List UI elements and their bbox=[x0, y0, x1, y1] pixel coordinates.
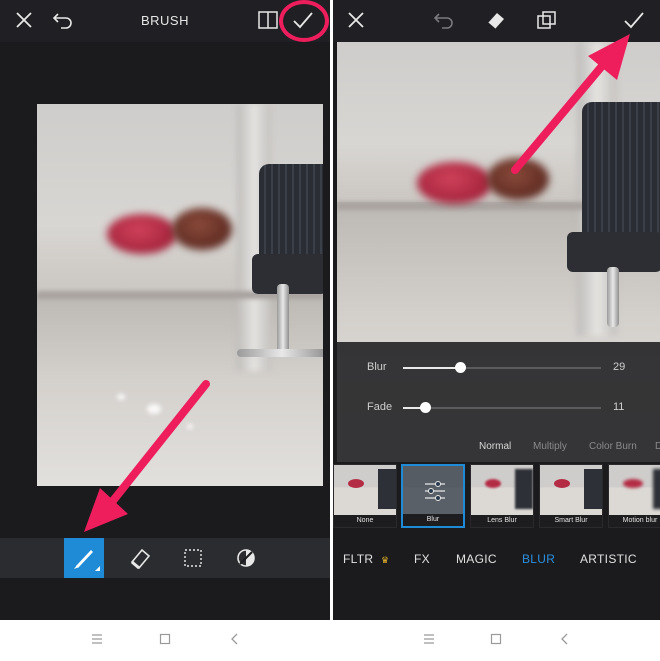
category-fx[interactable]: FX bbox=[414, 552, 430, 566]
right-system-nav-bar bbox=[333, 620, 660, 661]
effect-thumb-blur[interactable]: Blur bbox=[401, 464, 465, 528]
home-icon[interactable] bbox=[490, 632, 502, 651]
fade-label: Fade bbox=[367, 401, 393, 413]
blur-slider-row: Blur 29 bbox=[337, 358, 660, 378]
fade-value: 11 bbox=[613, 401, 625, 413]
undo-icon[interactable] bbox=[433, 10, 455, 30]
blur-slider-fill bbox=[403, 367, 461, 369]
menu-icon[interactable] bbox=[91, 632, 103, 651]
blend-mode-partial[interactable]: D bbox=[655, 441, 660, 452]
effect-label-smart-blur: Smart Blur bbox=[540, 515, 602, 527]
effect-categories: FLTR ♛ FX MAGIC BLUR ARTISTIC bbox=[333, 540, 660, 580]
brush-icon[interactable] bbox=[64, 538, 104, 578]
blur-label: Blur bbox=[367, 361, 387, 373]
blend-mode-normal[interactable]: Normal bbox=[479, 441, 511, 452]
blend-mode-multiply[interactable]: Multiply bbox=[533, 441, 567, 452]
back-icon[interactable] bbox=[559, 632, 571, 651]
left-system-nav-bar bbox=[0, 620, 330, 661]
blur-slider[interactable] bbox=[403, 362, 601, 373]
brush-toolbar bbox=[0, 538, 330, 578]
effect-thumb-smart-blur[interactable]: Smart Blur bbox=[539, 464, 603, 528]
fade-slider-row: Fade 11 bbox=[337, 398, 660, 418]
effect-thumb-motion-blur[interactable]: Motion blur bbox=[608, 464, 660, 528]
eraser-icon[interactable] bbox=[485, 10, 507, 30]
category-fltr[interactable]: FLTR bbox=[343, 552, 373, 566]
blend-mode-color-burn[interactable]: Color Burn bbox=[589, 441, 637, 452]
settings-sliders-icon bbox=[425, 481, 445, 501]
effect-thumbnails: None Blur Lens Blur Smart Blur Motion bl… bbox=[333, 462, 660, 530]
close-icon[interactable] bbox=[347, 11, 365, 29]
effect-thumb-none[interactable]: None bbox=[333, 464, 397, 528]
effect-label-motion-blur: Motion blur bbox=[609, 515, 660, 527]
home-icon[interactable] bbox=[159, 632, 171, 651]
effect-thumb-lens-blur[interactable]: Lens Blur bbox=[470, 464, 534, 528]
layers-icon[interactable] bbox=[535, 10, 557, 30]
fade-slider[interactable] bbox=[403, 402, 601, 413]
blur-value: 29 bbox=[613, 361, 626, 373]
screenshot-page: BRUSH Blur 29 Fade 11 Normal Multiply Co… bbox=[0, 0, 660, 661]
back-icon[interactable] bbox=[229, 632, 241, 651]
selection-icon[interactable] bbox=[173, 538, 213, 578]
effect-top-bar bbox=[333, 0, 660, 42]
category-magic[interactable]: MAGIC bbox=[456, 552, 497, 566]
blur-slider-handle[interactable] bbox=[455, 362, 467, 373]
blur-settings-panel: Blur 29 Fade 11 Normal Multiply Color Bu… bbox=[337, 342, 660, 462]
fade-slider-handle[interactable] bbox=[419, 402, 431, 413]
effect-label-lens-blur: Lens Blur bbox=[471, 515, 533, 527]
compare-icon[interactable] bbox=[257, 10, 279, 30]
effect-label-none: None bbox=[334, 515, 396, 527]
blur-effect-screen: Blur 29 Fade 11 Normal Multiply Color Bu… bbox=[333, 0, 660, 620]
eraser-icon[interactable] bbox=[120, 538, 160, 578]
category-blur[interactable]: BLUR bbox=[522, 552, 555, 566]
brush-screen: BRUSH bbox=[0, 0, 330, 620]
blend-mode-list: Normal Multiply Color Burn D bbox=[337, 441, 660, 455]
annotation-highlight-circle bbox=[279, 0, 329, 42]
invert-icon[interactable] bbox=[226, 538, 266, 578]
menu-icon[interactable] bbox=[423, 632, 435, 651]
checkmark-icon[interactable] bbox=[623, 11, 645, 29]
photo-canvas[interactable] bbox=[37, 104, 323, 486]
category-artistic[interactable]: ARTISTIC bbox=[580, 552, 637, 566]
effect-label-blur: Blur bbox=[403, 514, 463, 526]
crown-icon: ♛ bbox=[381, 555, 390, 565]
